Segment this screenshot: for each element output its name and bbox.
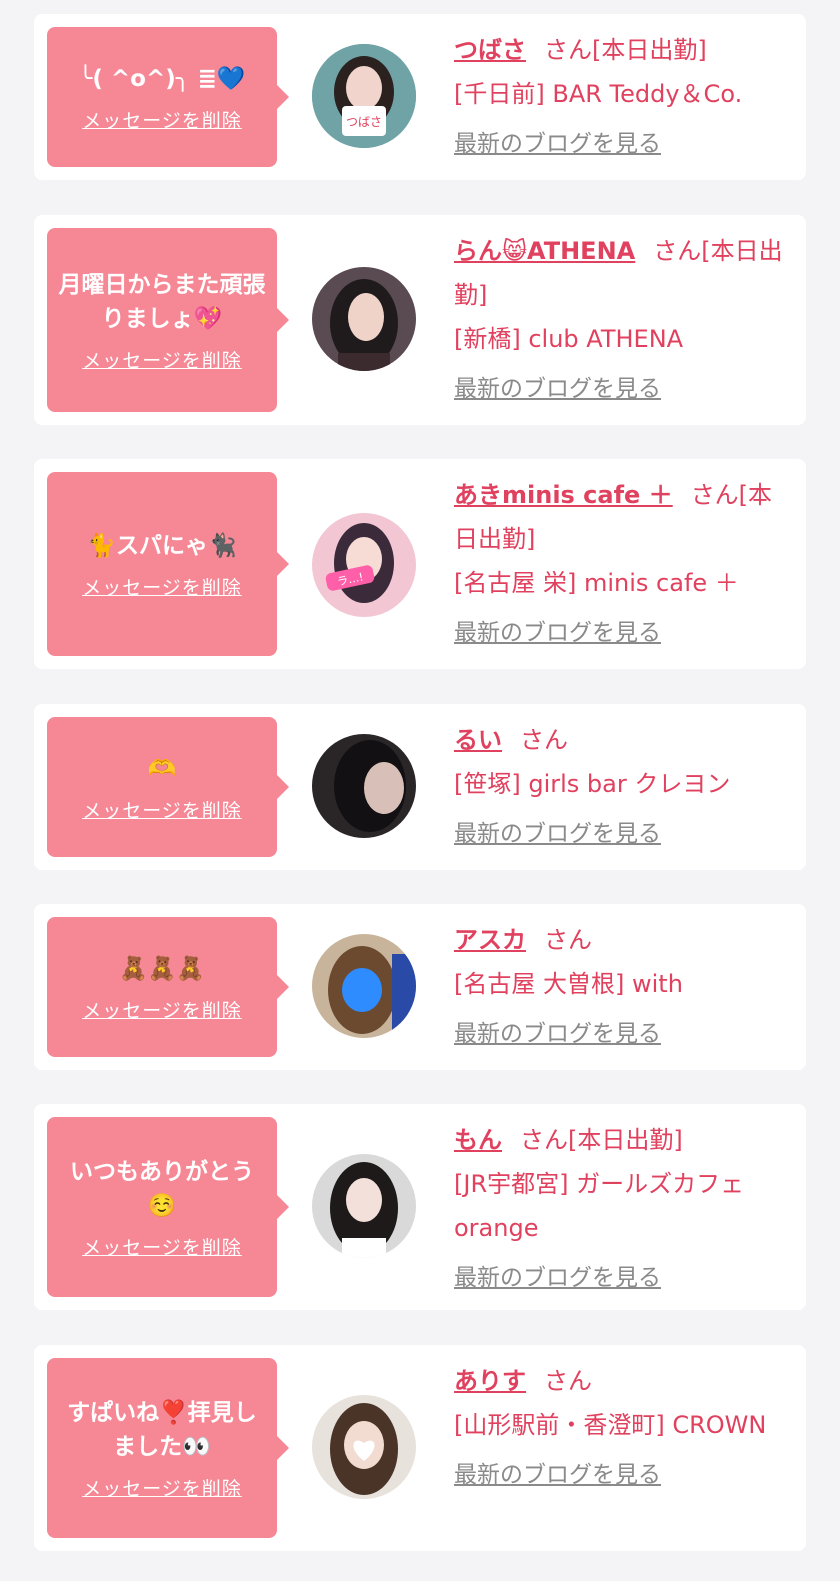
message-text: いつもありがとう☺️	[70, 1158, 254, 1219]
message-card: ╰( ^o^)╮ ≣💙 メッセージを削除 つばさ つばさ さん[本日出勤] [千日…	[34, 14, 806, 180]
avatar-image	[312, 1154, 416, 1258]
avatar[interactable]	[312, 267, 416, 371]
latest-blog-link[interactable]: 最新のブログを見る	[454, 1453, 790, 1497]
cast-info: るい さん [笹塚] girls bar クレヨン 最新のブログを見る	[454, 718, 790, 856]
shop-name: [山形駅前・香澄町] CROWN	[454, 1411, 767, 1439]
cast-status: さん	[520, 726, 568, 754]
avatar[interactable]	[312, 1154, 416, 1258]
message-bubble: 🐈スパにゃ🐈‍⬛ メッセージを削除	[47, 472, 289, 656]
message-list: ╰( ^o^)╮ ≣💙 メッセージを削除 つばさ つばさ さん[本日出勤] [千日…	[0, 0, 840, 1581]
latest-blog-link[interactable]: 最新のブログを見る	[454, 367, 790, 411]
delete-message-link[interactable]: メッセージを削除	[82, 346, 242, 373]
message-bubble: 🫶 メッセージを削除	[47, 717, 289, 857]
cast-info: つばさ さん[本日出勤] [千日前] BAR Teddy＆Co. 最新のブログを見…	[454, 28, 790, 166]
message-text: 🐈スパにゃ🐈‍⬛	[87, 532, 237, 559]
avatar[interactable]: ラ…!	[312, 513, 416, 617]
message-bubble: すぱいね❣️拝見しました👀 メッセージを削除	[47, 1358, 289, 1538]
latest-blog-link[interactable]: 最新のブログを見る	[454, 1012, 790, 1056]
message-bubble: 月曜日からまた頑張りましょ💖 メッセージを削除	[47, 228, 289, 412]
message-text: 🧸🧸🧸	[119, 955, 205, 982]
message-bubble: いつもありがとう☺️ メッセージを削除	[47, 1117, 289, 1297]
message-text: すぱいね❣️拝見しました👀	[67, 1399, 257, 1460]
shop-name: [新橋] club ATHENA	[454, 325, 684, 353]
cast-name-link[interactable]: あきminis cafe ＋	[454, 481, 673, 509]
message-bubble: 🧸🧸🧸 メッセージを削除	[47, 917, 289, 1057]
message-bubble: ╰( ^o^)╮ ≣💙 メッセージを削除	[47, 27, 289, 167]
cast-status: さん[本日出勤]	[520, 1126, 683, 1154]
shop-name: [名古屋 大曽根] with	[454, 970, 683, 998]
latest-blog-link[interactable]: 最新のブログを見る	[454, 122, 790, 166]
message-text: 🫶	[147, 755, 177, 782]
cast-status: さん[本日出勤]	[544, 36, 707, 64]
latest-blog-link[interactable]: 最新のブログを見る	[454, 812, 790, 856]
cast-info: もん さん[本日出勤] [JR宇都宮] ガールズカフェ orange 最新のブログ…	[454, 1118, 790, 1300]
message-card: 月曜日からまた頑張りましょ💖 メッセージを削除 らん😸ATHENA さん[本日出勤…	[34, 215, 806, 425]
avatar-image: ラ…!	[312, 513, 416, 617]
cast-name-link[interactable]: るい	[454, 726, 502, 754]
cast-info: ありす さん [山形駅前・香澄町] CROWN 最新のブログを見る	[454, 1359, 790, 1497]
message-card: いつもありがとう☺️ メッセージを削除 もん さん[本日出勤] [JR宇都宮] ガ…	[34, 1104, 806, 1310]
avatar-image	[312, 734, 416, 838]
message-card: 🫶 メッセージを削除 るい さん [笹塚] girls bar クレヨン 最新のブ…	[34, 704, 806, 870]
avatar[interactable]	[312, 1395, 416, 1499]
delete-message-link[interactable]: メッセージを削除	[82, 573, 242, 600]
avatar-image: つばさ	[312, 44, 416, 148]
cast-status: さん	[544, 926, 592, 954]
cast-name-link[interactable]: もん	[454, 1126, 502, 1154]
avatar-image	[312, 934, 416, 1038]
delete-message-link[interactable]: メッセージを削除	[82, 106, 242, 133]
cast-name-link[interactable]: アスカ	[454, 926, 526, 954]
cast-name-link[interactable]: ありす	[454, 1367, 526, 1395]
shop-name: [名古屋 栄] minis cafe ＋	[454, 569, 739, 597]
delete-message-link[interactable]: メッセージを削除	[82, 996, 242, 1023]
delete-message-link[interactable]: メッセージを削除	[82, 1474, 242, 1501]
avatar-image	[312, 267, 416, 371]
shop-name: [JR宇都宮] ガールズカフェ orange	[454, 1170, 745, 1242]
cast-name-link[interactable]: らん😸ATHENA	[454, 237, 635, 265]
message-card: すぱいね❣️拝見しました👀 メッセージを削除 ありす さん [山形駅前・香澄町] …	[34, 1345, 806, 1551]
cast-info: アスカ さん [名古屋 大曽根] with 最新のブログを見る	[454, 918, 790, 1056]
avatar[interactable]: つばさ	[312, 44, 416, 148]
cast-status: さん	[544, 1367, 592, 1395]
delete-message-link[interactable]: メッセージを削除	[82, 796, 242, 823]
message-text: 月曜日からまた頑張りましょ💖	[58, 271, 266, 332]
avatar-image	[312, 1395, 416, 1499]
cast-info: らん😸ATHENA さん[本日出勤] [新橋] club ATHENA 最新のブロ…	[454, 229, 790, 411]
cast-info: あきminis cafe ＋さん[本日出勤] [名古屋 栄] minis caf…	[454, 473, 790, 655]
message-card: 🐈スパにゃ🐈‍⬛ メッセージを削除 ラ…! あきminis cafe ＋さん[本…	[34, 459, 806, 669]
delete-message-link[interactable]: メッセージを削除	[82, 1233, 242, 1260]
svg-text:つばさ: つばさ	[346, 115, 382, 129]
avatar[interactable]	[312, 734, 416, 838]
shop-name: [千日前] BAR Teddy＆Co.	[454, 80, 743, 108]
message-card: 🧸🧸🧸 メッセージを削除 アスカ さん [名古屋 大曽根] with 最新のブログ…	[34, 904, 806, 1070]
message-text: ╰( ^o^)╮ ≣💙	[78, 65, 246, 92]
latest-blog-link[interactable]: 最新のブログを見る	[454, 611, 790, 655]
latest-blog-link[interactable]: 最新のブログを見る	[454, 1256, 790, 1300]
shop-name: [笹塚] girls bar クレヨン	[454, 770, 731, 798]
avatar[interactable]	[312, 934, 416, 1038]
cast-name-link[interactable]: つばさ	[454, 36, 526, 64]
